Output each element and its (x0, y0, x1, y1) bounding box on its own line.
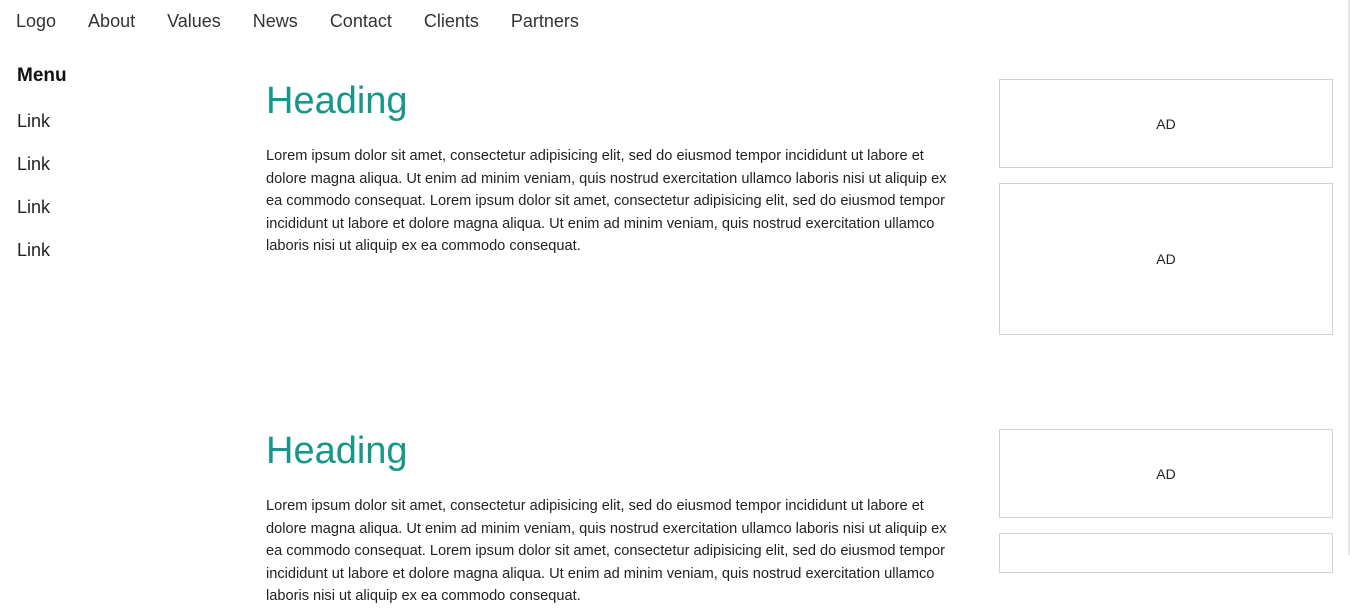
menu-link[interactable]: Link (17, 240, 50, 260)
menu-item: Link (17, 153, 217, 175)
ad-box[interactable]: AD (999, 79, 1333, 168)
article-heading: Heading (266, 80, 408, 122)
menu-item: Link (17, 110, 217, 132)
menu-link[interactable]: Link (17, 154, 50, 174)
nav-logo[interactable]: Logo (16, 8, 56, 34)
ad-box[interactable]: AD (999, 183, 1333, 335)
ad-label: AD (1156, 251, 1176, 267)
menu-item: Link (17, 239, 217, 261)
ad-label: AD (1156, 465, 1176, 482)
article-body: Lorem ipsum dolor sit amet, consectetur … (266, 498, 947, 604)
menu-list: Link Link Link Link (17, 110, 217, 261)
article-body: Lorem ipsum dolor sit amet, consectetur … (266, 148, 947, 254)
menu-link[interactable]: Link (17, 197, 50, 217)
article-2: Heading Lorem ipsum dolor sit amet, cons… (266, 429, 956, 608)
menu-title: Menu (17, 65, 67, 86)
nav-partners[interactable]: Partners (511, 8, 579, 34)
top-navigation: Logo About Values News Contact Clients P… (16, 8, 579, 34)
menu-item: Link (17, 196, 217, 218)
menu-link[interactable]: Link (17, 111, 50, 131)
article-1: Heading Lorem ipsum dolor sit amet, cons… (266, 79, 956, 258)
nav-clients[interactable]: Clients (424, 8, 479, 34)
ad-label: AD (1156, 115, 1176, 132)
nav-about[interactable]: About (88, 8, 135, 34)
article-heading: Heading (266, 430, 408, 472)
ad-box[interactable]: AD (999, 533, 1333, 573)
nav-values[interactable]: Values (167, 8, 221, 34)
ad-box[interactable]: AD (999, 429, 1333, 518)
nav-contact[interactable]: Contact (330, 8, 392, 34)
sidebar-menu: Menu Link Link Link Link (17, 64, 217, 282)
nav-news[interactable]: News (253, 8, 298, 34)
